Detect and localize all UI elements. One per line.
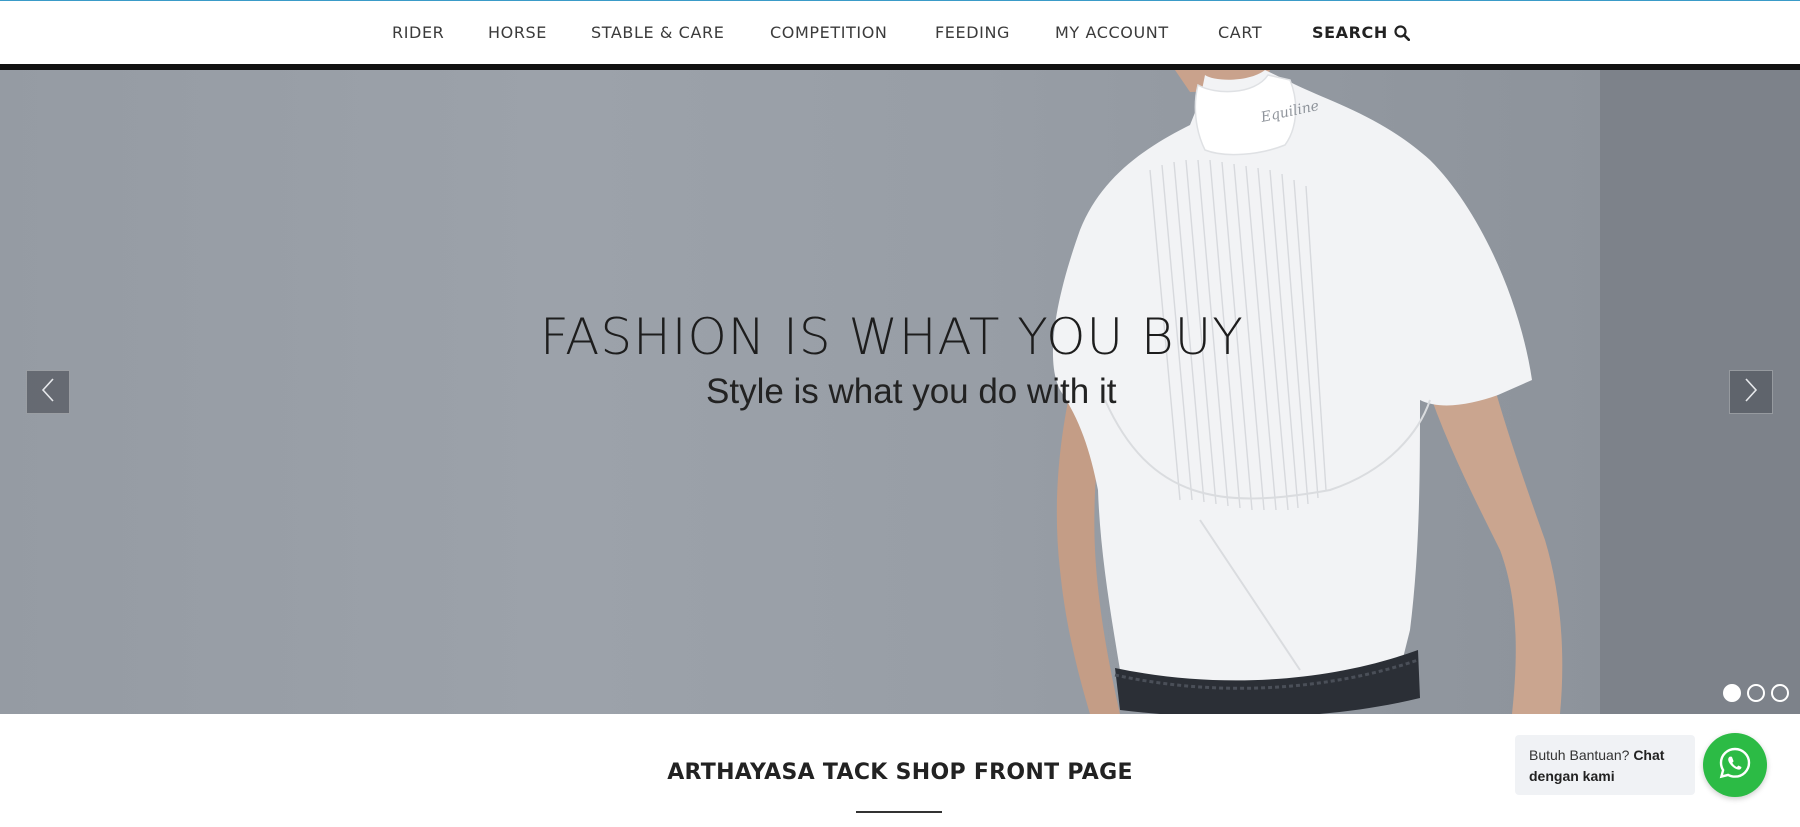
nav-item-competition[interactable]: COMPETITION <box>770 23 887 42</box>
nav-item-my-account[interactable]: MY ACCOUNT <box>1055 23 1169 42</box>
slider-next-button[interactable] <box>1729 370 1773 414</box>
slider-dot-3[interactable] <box>1771 684 1789 702</box>
nav-item-feeding[interactable]: FEEDING <box>935 23 1010 42</box>
main-nav: RIDER HORSE STABLE & CARE COMPETITION FE… <box>0 1 1800 65</box>
nav-item-horse[interactable]: HORSE <box>488 23 547 42</box>
slider-prev-button[interactable] <box>26 370 70 414</box>
search-icon <box>1394 24 1410 41</box>
chat-prompt-text: Butuh Bantuan? <box>1529 747 1634 763</box>
slider-dot-1[interactable] <box>1723 684 1741 702</box>
slider-dot-2[interactable] <box>1747 684 1765 702</box>
hero-title: FASHION IS WHAT YOU BUY <box>540 308 1244 366</box>
top-bar: RIDER HORSE STABLE & CARE COMPETITION FE… <box>0 0 1800 64</box>
hero-subtitle: Style is what you do with it <box>706 372 1117 411</box>
nav-item-cart[interactable]: CART <box>1218 23 1262 42</box>
chevron-right-icon <box>1742 377 1760 408</box>
whatsapp-icon <box>1717 745 1753 786</box>
slider-dots <box>1723 684 1789 702</box>
nav-item-rider[interactable]: RIDER <box>392 23 444 42</box>
whatsapp-chat-button[interactable] <box>1703 733 1767 797</box>
search-button[interactable]: SEARCH <box>1312 23 1410 42</box>
title-underline <box>856 811 942 813</box>
nav-item-stable-care[interactable]: STABLE & CARE <box>591 23 724 42</box>
chevron-left-icon <box>39 377 57 408</box>
hero-slider: Equiline FASHION IS WHAT YOU BUY Style i… <box>0 70 1800 714</box>
chat-prompt-bubble[interactable]: Butuh Bantuan? Chat dengan kami <box>1515 735 1695 795</box>
search-label: SEARCH <box>1312 23 1388 42</box>
